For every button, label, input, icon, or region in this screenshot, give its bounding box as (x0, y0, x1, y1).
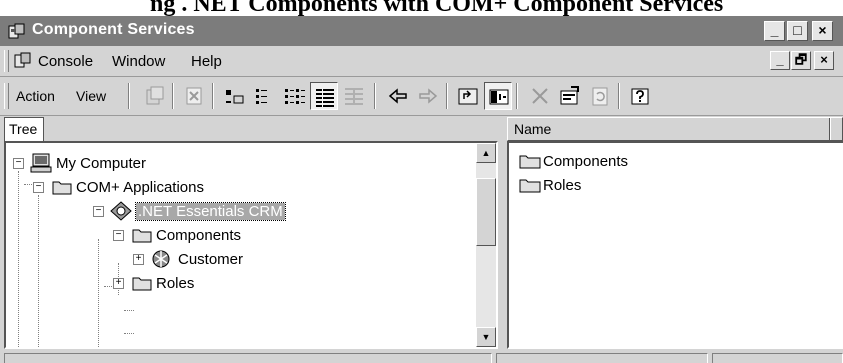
action-menu[interactable]: Action (16, 88, 55, 104)
toolbar-separator (172, 83, 174, 109)
close-button[interactable]: × (812, 21, 833, 41)
menu-console[interactable]: Console (38, 53, 93, 70)
child-restore-button[interactable]: 🗗 (791, 51, 811, 70)
scroll-up-arrow-icon[interactable]: ▲ (476, 143, 496, 163)
folder-icon (132, 275, 152, 295)
scrollbar-thumb[interactable] (476, 178, 496, 246)
status-panel (4, 353, 492, 363)
delete-x-icon[interactable] (526, 82, 554, 110)
tree-node-net-essentials-crm[interactable]: − .NET Essentials CRM (6, 201, 476, 223)
folder-icon (519, 177, 541, 197)
menubar-grip[interactable] (4, 50, 9, 72)
tree-node-label: COM+ Applications (76, 179, 204, 196)
com-app-icon (110, 201, 132, 225)
folder-icon (519, 153, 541, 173)
menu-help[interactable]: Help (191, 53, 222, 70)
tree-connector (124, 310, 134, 311)
collapse-toggle-icon[interactable]: − (93, 206, 104, 217)
toolbar-grip[interactable] (4, 83, 9, 109)
child-close-button[interactable]: × (814, 51, 834, 70)
maximize-button[interactable]: □ (787, 21, 808, 41)
tree-node-my-computer[interactable]: − My Computer (6, 153, 476, 175)
minimize-button[interactable]: _ (764, 21, 785, 41)
toolbar: Action View (0, 77, 843, 116)
pane-splitter[interactable] (498, 117, 506, 349)
folder-icon (52, 179, 72, 199)
tree-node-label: Customer (178, 251, 244, 268)
toolbar-separator (212, 83, 214, 109)
title-bar[interactable]: Component Services _ □ × (0, 16, 843, 46)
scroll-down-arrow-icon[interactable]: ▼ (476, 327, 496, 347)
up-folder-icon[interactable] (454, 82, 482, 110)
delete-icon[interactable] (180, 82, 208, 110)
tree-node-com-applications[interactable]: − COM+ Applications (6, 177, 476, 199)
tree-node-label: Components (156, 227, 242, 244)
column-divider[interactable] (829, 118, 831, 140)
properties-icon[interactable] (556, 82, 584, 110)
tree-node-label: Roles (156, 275, 195, 292)
tree-node-label: My Computer (56, 155, 147, 172)
back-arrow-icon[interactable] (384, 82, 412, 110)
disabled-view-icon[interactable] (340, 82, 368, 110)
menu-window[interactable]: Window (112, 53, 165, 70)
status-bar (0, 349, 843, 363)
list-item-label: Components (543, 153, 629, 170)
toolbar-separator (516, 83, 518, 109)
expand-toggle-icon[interactable]: + (133, 254, 144, 265)
menu-bar: Console Window Help _ 🗗 × (0, 46, 843, 77)
component-services-app-icon (8, 23, 26, 39)
list-item-roles[interactable]: Roles (519, 175, 719, 197)
toolbar-separator (374, 83, 376, 109)
view-menu[interactable]: View (76, 88, 106, 104)
large-icons-icon[interactable] (220, 82, 248, 110)
tree-node-label: .NET Essentials CRM (135, 202, 286, 221)
toolbar-separator (618, 83, 620, 109)
toolbar-separator (128, 83, 130, 109)
list-item-components[interactable]: Components (519, 151, 719, 173)
component-services-window: Component Services _ □ × Console Window … (0, 16, 843, 363)
expand-toggle-icon[interactable]: + (113, 278, 124, 289)
collapse-toggle-icon[interactable]: − (33, 182, 44, 193)
window-title: Component Services (32, 21, 195, 38)
small-icons-icon[interactable] (250, 82, 278, 110)
show-hide-tree-icon[interactable] (484, 82, 512, 110)
forward-arrow-icon[interactable] (414, 82, 442, 110)
refresh-icon[interactable] (586, 82, 614, 110)
component-icon (150, 249, 172, 273)
help-icon[interactable] (626, 82, 654, 110)
collapse-toggle-icon[interactable]: − (13, 158, 24, 169)
collapse-toggle-icon[interactable]: − (113, 230, 124, 241)
tree-pane[interactable]: − My Computer − COM+ Applications − .NET… (4, 141, 498, 349)
list-view-icon[interactable] (280, 82, 308, 110)
child-minimize-button[interactable]: _ (770, 51, 790, 70)
tree-connector (124, 333, 134, 334)
tree-node-customer[interactable]: + Customer (6, 249, 476, 271)
tab-tree[interactable]: Tree (4, 117, 44, 141)
console-menu-icon (14, 52, 32, 73)
computer-icon (30, 153, 52, 177)
new-window-icon[interactable] (140, 82, 168, 110)
tree-node-roles[interactable]: + Roles (6, 273, 476, 295)
toolbar-separator (446, 83, 448, 109)
tree-node-components[interactable]: − Components (6, 225, 476, 247)
details-pane[interactable]: Components Roles (507, 141, 843, 349)
tree-vertical-scrollbar[interactable]: ▲ ▼ (476, 143, 496, 347)
status-panel (712, 353, 843, 363)
status-panel (496, 353, 708, 363)
column-header-name[interactable]: Name (507, 117, 843, 141)
details-view-icon[interactable] (310, 82, 338, 110)
list-item-label: Roles (543, 177, 582, 194)
folder-icon (132, 227, 152, 247)
